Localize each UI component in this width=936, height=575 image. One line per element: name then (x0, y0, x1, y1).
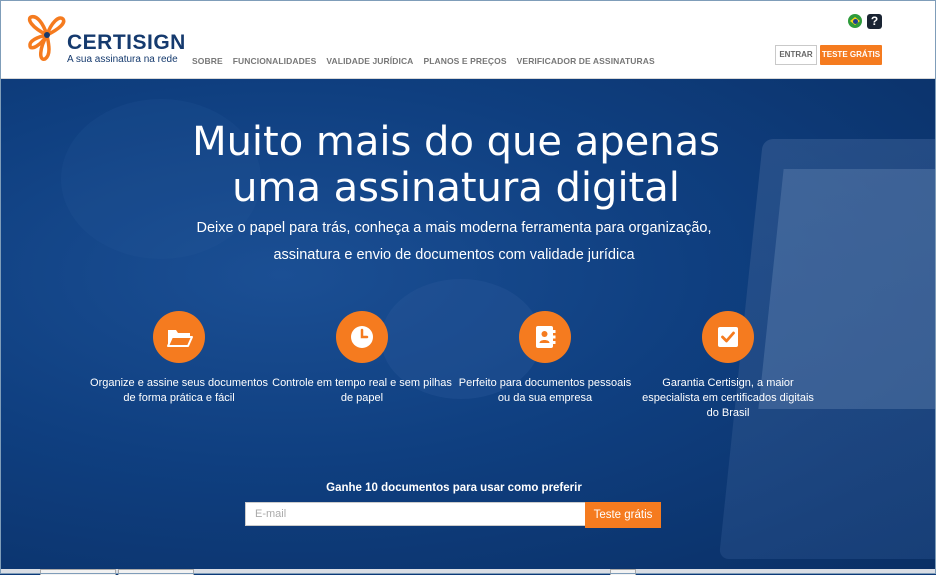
hero-subtitle-line-1: Deixe o papel para trás, conheça a mais … (196, 220, 712, 236)
folder-icon (167, 330, 193, 347)
hero-subtitle-line-2: assinatura e envio de documentos com val… (273, 247, 635, 263)
taskbar-tab[interactable] (118, 569, 194, 575)
feature-organize: Organize e assine seus documentos de for… (89, 311, 269, 406)
hero-section: Muito mais do que apenas uma assinatura … (1, 79, 935, 569)
certisign-logo-icon (27, 14, 66, 61)
feature-icon-circle (702, 311, 754, 363)
feature-real-time-control: Controle em tempo real e sem pilhas de p… (272, 311, 452, 406)
site-header: CERTISIGN A sua assinatura na rede SOBRE… (1, 1, 935, 79)
feature-text: Organize e assine seus documentos de for… (90, 377, 268, 404)
nav-item-validade-juridica[interactable]: VALIDADE JURÍDICA (326, 56, 413, 66)
login-button[interactable]: ENTRAR (775, 45, 817, 65)
hero-title-line-1: Muito mais do que apenas (192, 119, 720, 165)
email-input[interactable] (245, 502, 595, 526)
nav-item-sobre[interactable]: SOBRE (192, 56, 223, 66)
hero-title-line-2: uma assinatura digital (232, 165, 680, 211)
nav-item-funcionalidades[interactable]: FUNCIONALIDADES (233, 56, 317, 66)
cta-label: Ganhe 10 documentos para usar como prefe… (326, 482, 582, 494)
checkbox-icon (718, 327, 738, 347)
feature-icon-circle (336, 311, 388, 363)
clock-icon (351, 326, 373, 348)
feature-text: Garantia Certisign, a maior especialista… (642, 377, 814, 419)
brand-tagline: A sua assinatura na rede (67, 54, 178, 65)
feature-personal-business: Perfeito para documentos pessoais ou da … (455, 311, 635, 406)
feature-icon-circle (519, 311, 571, 363)
feature-icon-circle (153, 311, 205, 363)
brazil-flag-icon[interactable] (848, 14, 862, 28)
nav-item-planos-e-precos[interactable]: PLANOS E PREÇOS (423, 56, 506, 66)
feature-text: Perfeito para documentos pessoais ou da … (458, 377, 632, 404)
nav-item-verificador-de-assinaturas[interactable]: VERIFICADOR DE ASSINATURAS (517, 56, 655, 66)
brand-name: CERTISIGN (67, 31, 186, 54)
feature-text: Controle em tempo real e sem pilhas de p… (272, 377, 452, 404)
help-icon[interactable]: ? (867, 14, 882, 29)
free-trial-cta-button[interactable]: Teste grátis (585, 502, 661, 528)
free-trial-header-button[interactable]: TESTE GRÁTIS (820, 45, 882, 65)
hero-title: Muito mais do que apenas uma assinatura … (1, 119, 911, 211)
main-nav: SOBRE FUNCIONALIDADES VALIDADE JURÍDICA … (192, 56, 655, 66)
feature-certisign-guarantee: Garantia Certisign, a maior especialista… (638, 311, 818, 421)
features-row: Organize e assine seus documentos de for… (1, 311, 935, 431)
taskbar-tab[interactable] (610, 569, 636, 575)
taskbar-tab[interactable] (40, 569, 116, 575)
hero-subtitle: Deixe o papel para trás, conheça a mais … (1, 215, 907, 269)
certisign-logo[interactable]: CERTISIGN A sua assinatura na rede (25, 9, 185, 69)
contact-book-icon (536, 326, 556, 348)
